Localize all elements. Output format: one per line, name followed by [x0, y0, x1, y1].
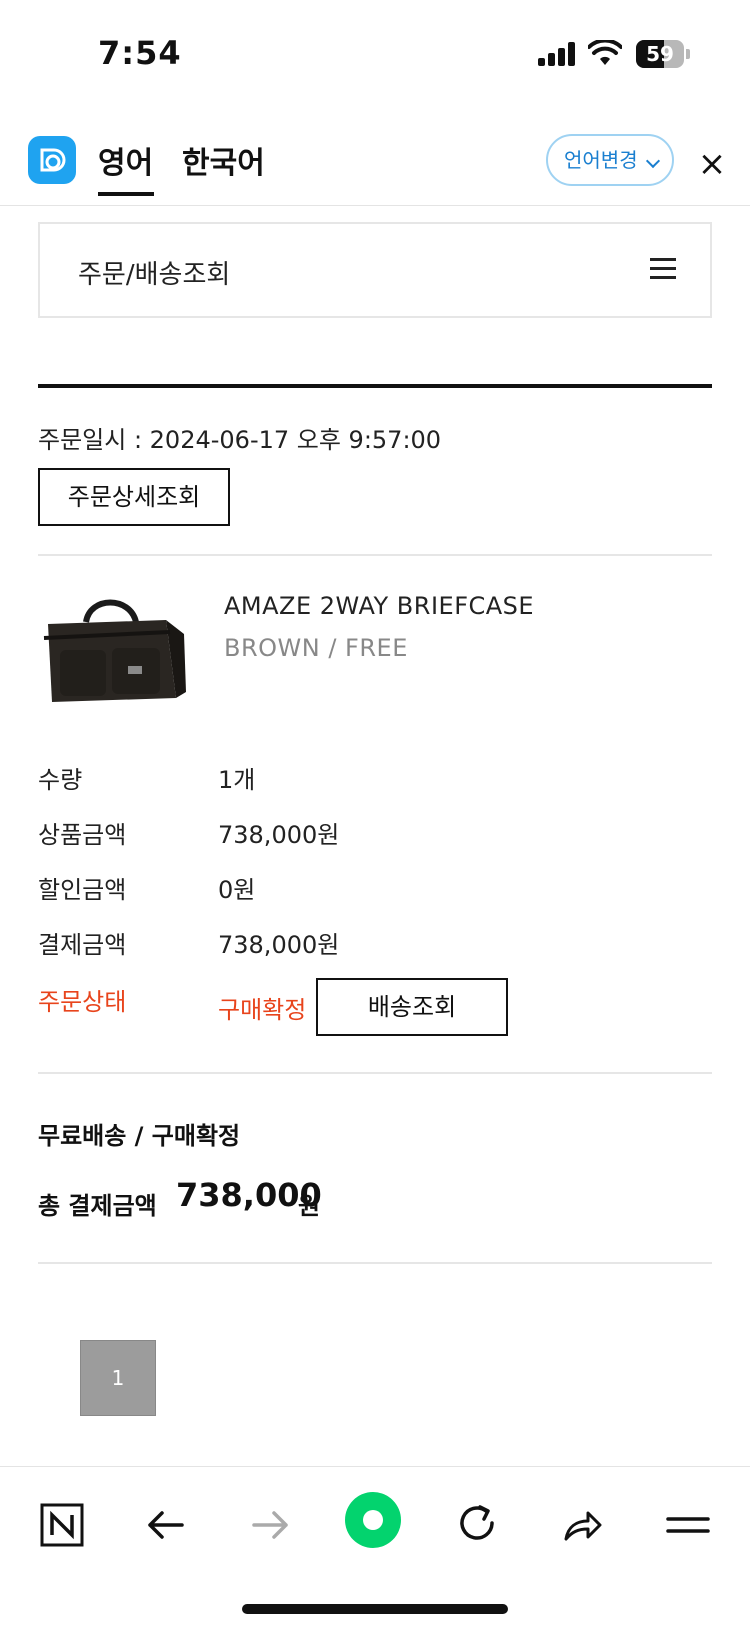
change-language-label: 언어변경: [564, 148, 638, 172]
divider: [38, 1072, 712, 1074]
wifi-icon: [588, 40, 622, 65]
battery-cap: [686, 49, 690, 59]
status-bar: 7:54 59: [0, 0, 750, 110]
product-option: BROWN / FREE: [224, 634, 408, 662]
cellular-signal-icon: [538, 42, 576, 66]
menu-icon[interactable]: [660, 1497, 716, 1553]
quantity-value: 1개: [218, 766, 256, 794]
home-indicator[interactable]: [242, 1604, 508, 1614]
total-unit: 원: [298, 1192, 321, 1220]
pagination-page-button[interactable]: 1: [80, 1340, 156, 1416]
order-detail-button[interactable]: 주문상세조회: [38, 468, 230, 526]
chevron-down-icon: [645, 153, 661, 169]
browser-toolbar: [0, 1466, 750, 1626]
divider: [38, 554, 712, 556]
page-title: 주문/배송조회: [78, 260, 231, 290]
discount-label: 할인금액: [38, 876, 127, 904]
payment-label: 결제금액: [38, 931, 127, 959]
battery-level: 59: [646, 42, 674, 66]
order-date: 주문일시 : 2024-06-17 오후 9:57:00: [38, 426, 442, 454]
payment-value: 738,000원: [218, 931, 340, 959]
total-label: 총 결제금액: [38, 1192, 157, 1220]
tab-source-language[interactable]: 영어: [98, 138, 153, 182]
green-dot-icon[interactable]: [344, 1491, 402, 1549]
refresh-icon[interactable]: [450, 1497, 506, 1553]
order-status-label: 주문상태: [38, 988, 127, 1016]
change-language-button[interactable]: 언어변경: [546, 134, 674, 186]
divider: [38, 384, 712, 388]
forward-arrow-icon[interactable]: [242, 1497, 298, 1553]
shipping-summary: 무료배송 / 구매확정: [38, 1122, 241, 1150]
product-image[interactable]: [38, 594, 186, 714]
naver-home-icon[interactable]: [34, 1497, 90, 1553]
back-arrow-icon[interactable]: [138, 1497, 194, 1553]
product-price-value: 738,000원: [218, 821, 340, 849]
hamburger-menu-icon[interactable]: [650, 258, 676, 280]
track-shipping-button[interactable]: 배송조회: [316, 978, 508, 1036]
battery-icon: 59: [636, 40, 684, 68]
close-button[interactable]: ×: [692, 144, 732, 184]
share-icon[interactable]: [554, 1497, 610, 1553]
discount-value: 0원: [218, 876, 256, 904]
translation-bar: 영어 한국어 언어변경 ×: [0, 120, 750, 206]
papago-logo-icon: [28, 136, 76, 184]
status-time: 7:54: [98, 34, 182, 72]
product-price-label: 상품금액: [38, 821, 127, 849]
divider: [38, 1262, 712, 1264]
quantity-label: 수량: [38, 766, 83, 794]
tab-target-language[interactable]: 한국어: [182, 138, 265, 182]
order-status-value: 구매확정: [218, 996, 307, 1024]
page-nav: 주문/배송조회: [38, 222, 712, 318]
active-tab-underline: [98, 192, 154, 196]
product-name[interactable]: AMAZE 2WAY BRIEFCASE: [224, 592, 534, 620]
